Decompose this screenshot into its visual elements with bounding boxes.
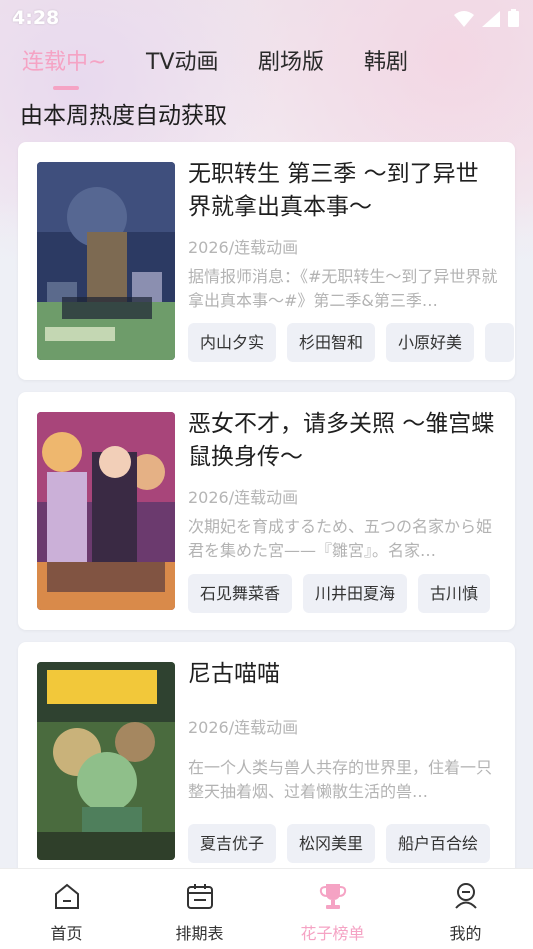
cast-tags: 夏吉优子 松冈美里 船户百合绘 [188, 824, 491, 863]
cast-tag[interactable]: 夏吉优子 [188, 824, 277, 863]
nav-profile[interactable]: 我的 [399, 869, 532, 949]
anime-poster[interactable] [37, 412, 175, 610]
section-subtitle: 由本周热度自动获取 [20, 103, 227, 129]
anime-card[interactable]: 无职转生 第三季 ～到了异世界就拿出真本事～ 2026/连载动画 据情报师消息：… [18, 142, 515, 380]
trophy-icon [318, 881, 348, 915]
anime-year-type: 2026/连载动画 [188, 718, 299, 737]
status-icons [454, 9, 519, 32]
status-time: 4:28 [12, 7, 60, 29]
anime-card[interactable]: 恶女不才，请多关照 ～雏宫蝶鼠换身传～ 2026/连载动画 次期妃を育成するため… [18, 392, 515, 630]
cast-tag[interactable]: 小原好美 [386, 323, 475, 362]
battery-icon [508, 9, 519, 32]
anime-description: 据情报师消息：《#无职转生～到了异世界就拿出真本事～#》第二季&第三季… [188, 267, 498, 310]
cast-tag[interactable]: 川井田夏海 [303, 574, 408, 613]
bottom-navigation: 首页 排期表 花子榜单 我的 [0, 868, 533, 949]
anime-year-type: 2026/连载动画 [188, 488, 299, 507]
cast-tag[interactable]: 船户百合绘 [386, 824, 491, 863]
nav-home-label: 首页 [50, 924, 83, 943]
anime-poster[interactable] [37, 662, 175, 860]
cast-tag[interactable]: 古川慎 [418, 574, 491, 613]
tab-tv-anime[interactable]: TV动画 [146, 44, 219, 76]
home-icon [52, 881, 82, 915]
cast-tag[interactable]: 松冈美里 [287, 824, 376, 863]
nav-home[interactable]: 首页 [0, 869, 133, 949]
anime-title[interactable]: 尼古喵喵 [188, 658, 498, 691]
anime-year-type: 2026/连载动画 [188, 238, 299, 257]
user-icon [451, 881, 481, 915]
category-tabs: 连载中~ TV动画 剧场版 韩剧 [0, 44, 533, 88]
wifi-icon [454, 10, 474, 32]
calendar-icon [185, 881, 215, 915]
cast-tag[interactable]: 石见舞菜香 [188, 574, 293, 613]
nav-ranking[interactable]: 花子榜单 [266, 869, 399, 949]
cast-tags: 石见舞菜香 川井田夏海 古川慎 [188, 574, 491, 613]
nav-schedule-label: 排期表 [175, 924, 224, 943]
anime-title[interactable]: 无职转生 第三季 ～到了异世界就拿出真本事～ [188, 158, 498, 224]
tab-theatrical[interactable]: 剧场版 [258, 44, 324, 76]
status-bar: 4:28 [0, 0, 533, 36]
cast-tags: 内山夕实 杉田智和 小原好美 [188, 323, 515, 362]
anime-poster[interactable] [37, 162, 175, 360]
anime-description: 次期妃を育成するため、五つの名家から姫君を集めた宮——『雛宮』。名家… [188, 517, 493, 560]
nav-ranking-label: 花子榜单 [300, 924, 365, 943]
signal-icon [482, 10, 500, 32]
cast-tag[interactable]: 杉田智和 [287, 323, 376, 362]
cast-tag[interactable]: 内山夕实 [188, 323, 277, 362]
tab-korean-drama[interactable]: 韩剧 [364, 44, 408, 76]
tab-serializing[interactable]: 连载中~ [22, 44, 106, 76]
nav-schedule[interactable]: 排期表 [133, 869, 266, 949]
anime-description: 在一个人类与兽人共存的世界里，住着一只整天抽着烟、过着懒散生活的兽… [188, 758, 493, 801]
cast-tag[interactable] [485, 323, 515, 362]
anime-card[interactable]: 尼古喵喵 2026/连载动画 在一个人类与兽人共存的世界里，住着一只整天抽着烟、… [18, 642, 515, 880]
nav-profile-label: 我的 [449, 924, 482, 943]
anime-title[interactable]: 恶女不才，请多关照 ～雏宫蝶鼠换身传～ [188, 408, 498, 474]
active-tab-indicator [53, 86, 79, 90]
